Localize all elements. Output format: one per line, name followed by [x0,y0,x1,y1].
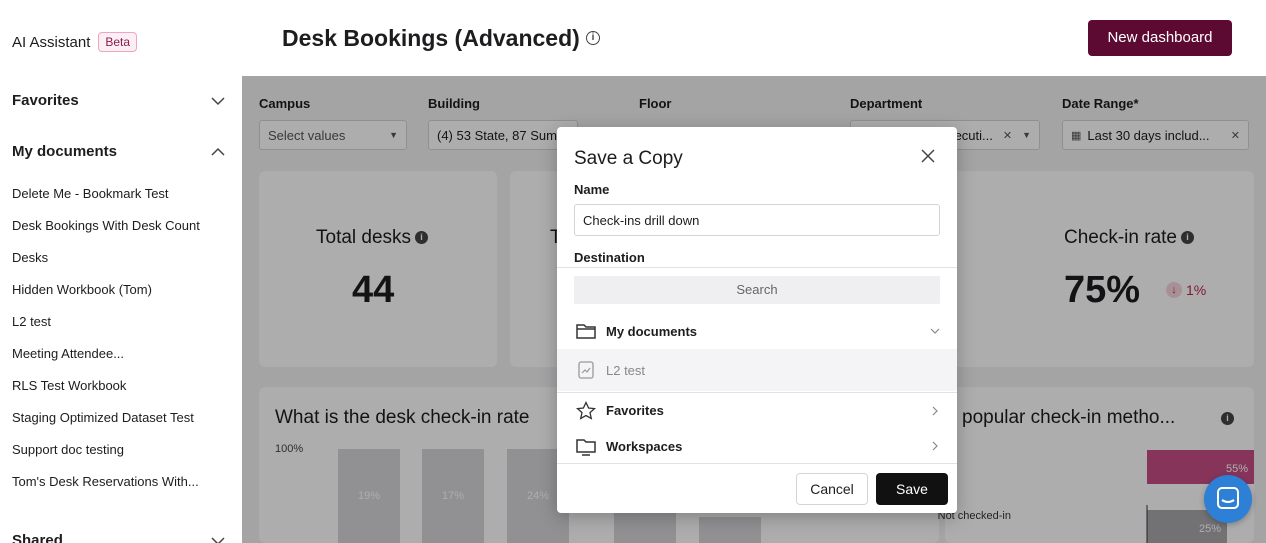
chevron-right-icon [932,441,938,451]
star-icon [576,400,596,420]
chevron-down-icon [930,328,940,334]
ai-assistant-label: AI Assistant [12,33,91,51]
folder-icon [576,324,596,339]
destination-label: Destination [574,250,645,265]
save-copy-dialog: Save a Copy Name Destination Search My d… [557,127,957,513]
my-documents-section-header[interactable]: My documents [12,143,226,160]
dest-item-l2-test[interactable]: L2 test [557,349,957,391]
sidebar: AI Assistant Beta Favorites My documents… [0,0,242,543]
chevron-down-icon [211,536,225,543]
workbook-icon [578,361,594,379]
beta-badge: Beta [98,32,138,52]
name-label: Name [574,182,610,197]
chevron-right-icon [932,406,938,415]
close-icon[interactable] [920,148,936,164]
chevron-up-icon [211,147,225,156]
page-title: Desk Bookings (Advanced) [282,25,580,51]
dest-item-label: Favorites [606,403,664,418]
dashboard-header: Desk Bookings (Advanced) i New dashboard [242,0,1266,76]
dest-item-workspaces[interactable]: Workspaces [557,428,957,464]
my-documents-label: My documents [12,143,118,160]
info-icon[interactable]: i [586,31,600,45]
sidebar-item-document[interactable]: L2 test [12,312,232,344]
sidebar-item-document[interactable]: Delete Me - Bookmark Test [12,184,232,216]
favorites-section-header[interactable]: Favorites [12,92,226,109]
sidebar-item-document[interactable]: Tom's Desk Reservations With... [12,472,232,504]
destination-picker: Search My documents L2 test Favorites Wo… [557,267,957,464]
sidebar-item-document[interactable]: Hidden Workbook (Tom) [12,280,232,312]
shared-section-header[interactable]: Shared [12,532,226,543]
sidebar-item-document[interactable]: Support doc testing [12,440,232,472]
dest-item-label: Workspaces [606,438,683,454]
dest-item-label: L2 test [606,362,646,378]
sidebar-item-document[interactable]: Desk Bookings With Desk Count [12,216,232,248]
chat-launcher-button[interactable] [1204,475,1252,523]
cancel-button[interactable]: Cancel [796,473,868,505]
ai-assistant-link[interactable]: AI Assistant Beta [12,32,138,52]
destination-search-input[interactable]: Search [574,276,940,304]
sidebar-item-document[interactable]: Staging Optimized Dataset Test [12,408,232,440]
workspace-icon [576,439,596,456]
documents-list: Delete Me - Bookmark Test Desk Bookings … [12,184,232,504]
dest-item-my-documents[interactable]: My documents [557,313,957,349]
shared-label: Shared [12,532,63,543]
sidebar-item-document[interactable]: Desks [12,248,232,280]
new-dashboard-button[interactable]: New dashboard [1088,20,1232,56]
dest-item-label: My documents [606,323,698,339]
sidebar-item-document[interactable]: RLS Test Workbook [12,376,232,408]
chat-icon [1217,487,1239,509]
name-input[interactable] [574,204,940,236]
dest-item-favorites[interactable]: Favorites [557,392,957,428]
dialog-title: Save a Copy [574,148,683,169]
sidebar-item-document[interactable]: Meeting Attendee... [12,344,232,376]
favorites-label: Favorites [12,92,79,109]
save-button[interactable]: Save [876,473,948,505]
chevron-down-icon [211,96,225,105]
